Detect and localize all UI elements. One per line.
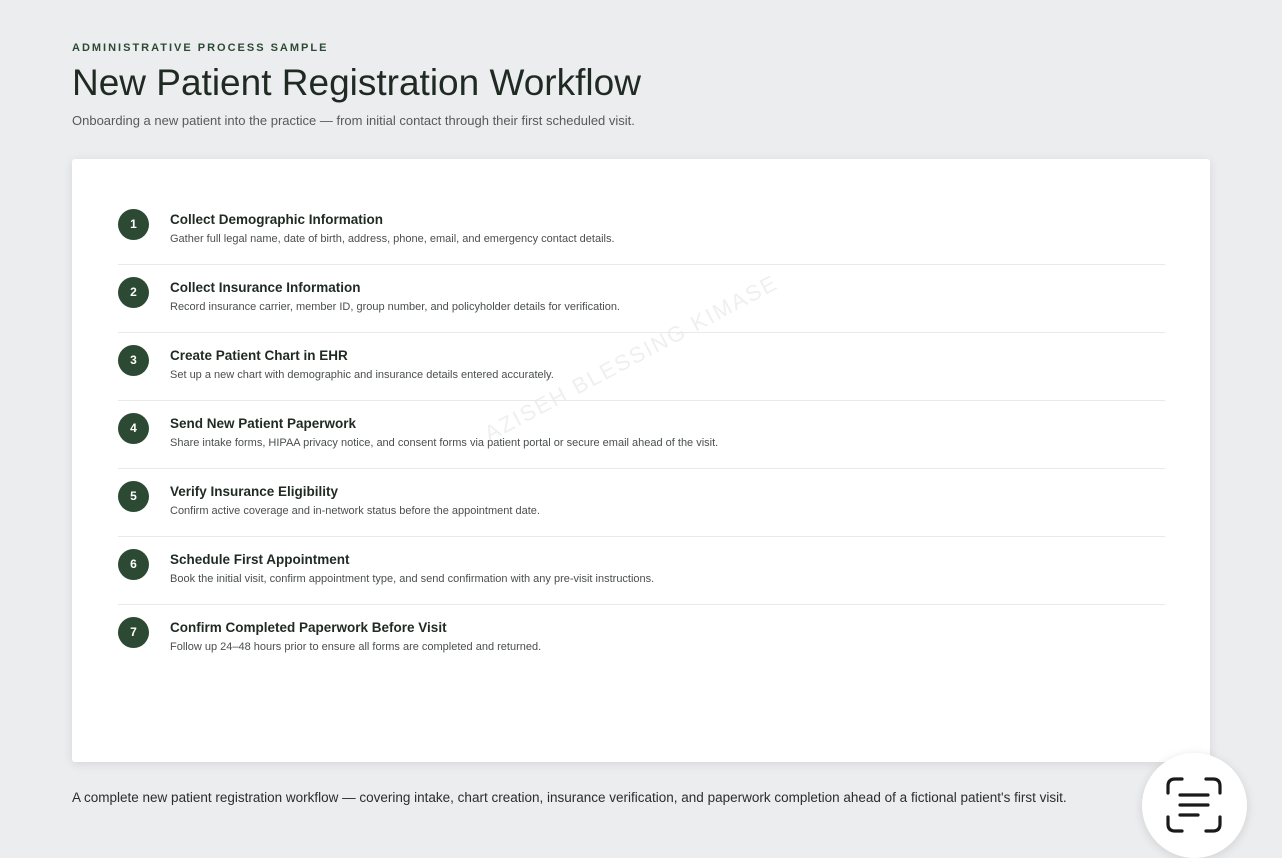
step-item: 7 Confirm Completed Paperwork Before Vis… xyxy=(118,605,1165,672)
step-number-badge: 4 xyxy=(118,413,149,444)
step-description: Set up a new chart with demographic and … xyxy=(170,369,554,381)
step-number-badge: 7 xyxy=(118,617,149,648)
step-description: Gather full legal name, date of birth, a… xyxy=(170,233,615,245)
steps-list: 1 Collect Demographic Information Gather… xyxy=(118,197,1165,672)
page-title: New Patient Registration Workflow xyxy=(72,62,641,103)
step-description: Record insurance carrier, member ID, gro… xyxy=(170,301,620,313)
step-description: Share intake forms, HIPAA privacy notice… xyxy=(170,437,719,449)
eyebrow-label: ADMINISTRATIVE PROCESS SAMPLE xyxy=(72,42,329,54)
step-title: Schedule First Appointment xyxy=(170,552,350,567)
step-number-badge: 5 xyxy=(118,481,149,512)
step-number-badge: 2 xyxy=(118,277,149,308)
step-item: 4 Send New Patient Paperwork Share intak… xyxy=(118,401,1165,469)
step-item: 1 Collect Demographic Information Gather… xyxy=(118,197,1165,265)
step-description: Confirm active coverage and in-network s… xyxy=(170,505,540,517)
step-title: Confirm Completed Paperwork Before Visit xyxy=(170,620,447,635)
step-number-badge: 6 xyxy=(118,549,149,580)
step-item: 3 Create Patient Chart in EHR Set up a n… xyxy=(118,333,1165,401)
step-number-badge: 1 xyxy=(118,209,149,240)
step-title: Collect Insurance Information xyxy=(170,280,361,295)
step-description: Follow up 24–48 hours prior to ensure al… xyxy=(170,641,542,653)
workflow-card: AZISEH BLESSING KIMASE 1 Collect Demogra… xyxy=(72,159,1210,762)
step-title: Verify Insurance Eligibility xyxy=(170,484,339,499)
step-item: 2 Collect Insurance Information Record i… xyxy=(118,265,1165,333)
step-title: Collect Demographic Information xyxy=(170,212,384,227)
caption-text: A complete new patient registration work… xyxy=(72,790,1067,805)
text-scan-button[interactable] xyxy=(1142,753,1247,858)
page-subtitle: Onboarding a new patient into the practi… xyxy=(72,113,635,128)
step-item: 6 Schedule First Appointment Book the in… xyxy=(118,537,1165,605)
step-number-badge: 3 xyxy=(118,345,149,376)
step-title: Send New Patient Paperwork xyxy=(170,416,357,431)
text-scan-icon xyxy=(1166,777,1222,833)
step-item: 5 Verify Insurance Eligibility Confirm a… xyxy=(118,469,1165,537)
step-title: Create Patient Chart in EHR xyxy=(170,348,348,363)
step-description: Book the initial visit, confirm appointm… xyxy=(170,573,655,585)
